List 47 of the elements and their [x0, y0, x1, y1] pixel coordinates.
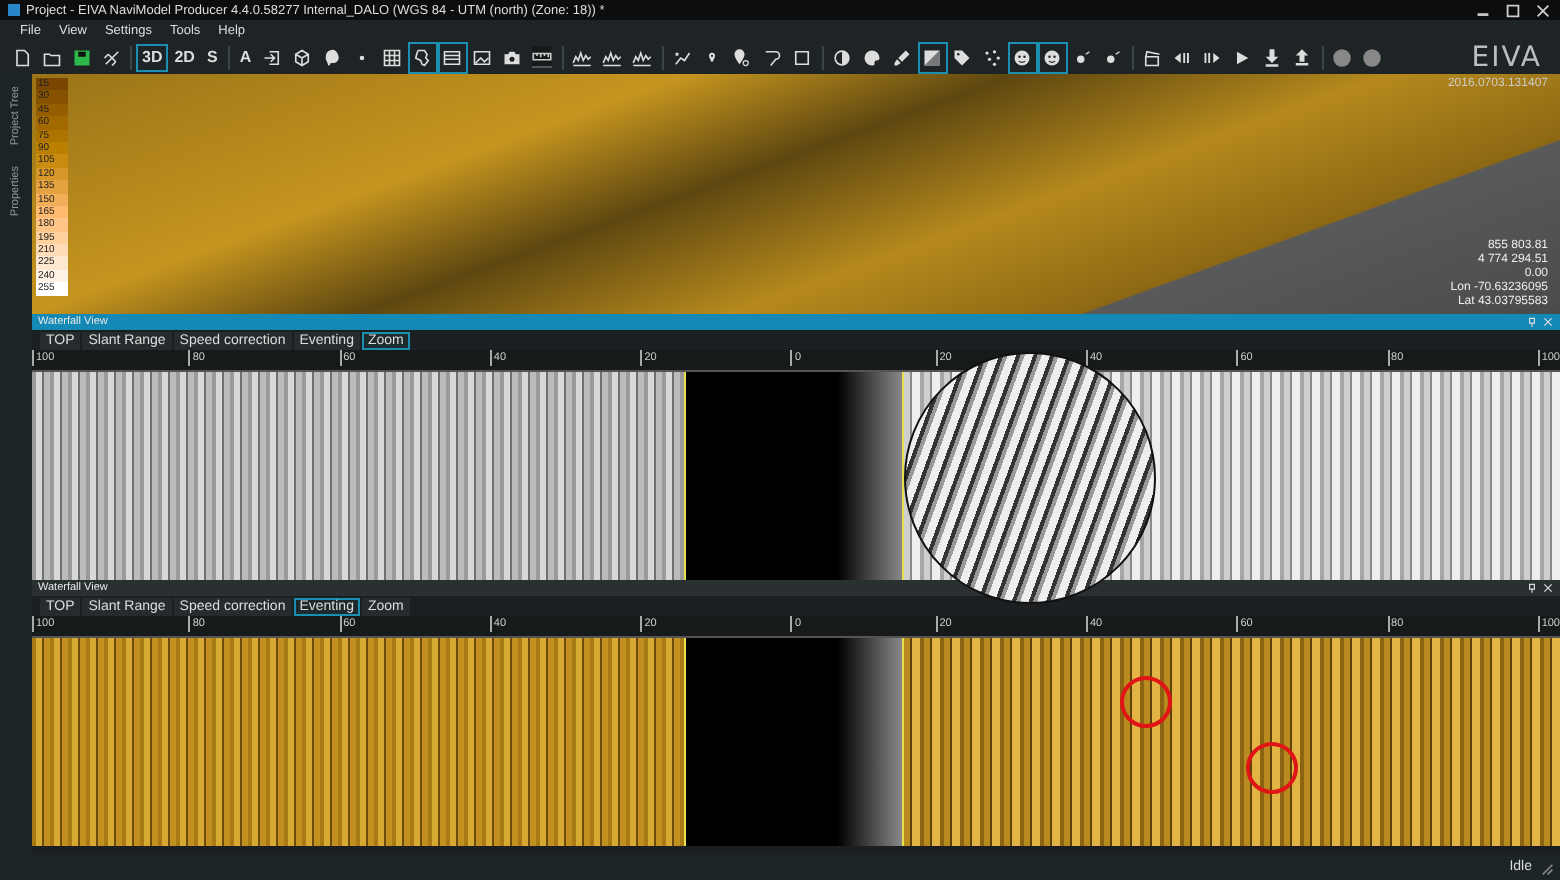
event-circle[interactable]	[1120, 675, 1173, 728]
document-icon[interactable]	[11, 47, 31, 67]
waveform-icon[interactable]	[632, 47, 653, 67]
panel-icon[interactable]	[442, 47, 463, 67]
pin-icon[interactable]	[706, 51, 719, 63]
logo: EIVA	[1471, 41, 1542, 73]
save-icon[interactable]	[71, 47, 91, 67]
face-icon[interactable]	[1042, 47, 1063, 67]
download-icon[interactable]	[1262, 47, 1283, 67]
maximize-icon[interactable]	[1504, 1, 1522, 19]
palette-icon[interactable]	[862, 47, 883, 67]
play-icon[interactable]	[1232, 47, 1253, 67]
close-icon[interactable]	[1542, 582, 1554, 594]
exit-icon[interactable]	[262, 47, 283, 67]
grid-icon[interactable]	[382, 47, 403, 67]
toolbar-button[interactable]: S	[200, 43, 224, 71]
circle-icon[interactable]	[1332, 47, 1353, 67]
face-icon[interactable]	[1012, 47, 1033, 67]
resize-grip-icon[interactable]	[1538, 859, 1554, 875]
folder-icon[interactable]	[41, 47, 61, 67]
clapper-icon[interactable]	[1142, 47, 1163, 67]
ruler-icon[interactable]	[532, 46, 553, 68]
gradient-icon[interactable]	[922, 47, 943, 67]
cube-icon[interactable]	[292, 47, 313, 67]
toolbar-button[interactable]: A	[233, 43, 258, 71]
square-icon[interactable]	[792, 47, 813, 67]
close-icon[interactable]	[1534, 1, 1552, 19]
dots-icon[interactable]	[982, 47, 1003, 67]
tag-icon[interactable]	[952, 47, 973, 67]
upload-icon[interactable]	[1292, 47, 1313, 67]
waveform-icon[interactable]	[602, 47, 623, 67]
event-circle[interactable]	[1245, 742, 1298, 794]
next-icon[interactable]	[1202, 47, 1223, 67]
circle-icon[interactable]	[1362, 47, 1383, 67]
pinsearch-icon[interactable]	[732, 47, 753, 67]
waveform-icon[interactable]	[572, 47, 593, 67]
map-icon[interactable]	[412, 47, 433, 67]
prev-icon[interactable]	[1172, 47, 1193, 67]
route-icon[interactable]	[672, 47, 693, 67]
brush-icon[interactable]	[892, 47, 913, 67]
toolbar-button[interactable]: 3D	[136, 43, 169, 71]
image-icon[interactable]	[472, 47, 493, 67]
camera-icon[interactable]	[502, 47, 523, 67]
toolbar-button[interactable]: 2D	[168, 43, 201, 71]
pin-icon[interactable]	[1526, 582, 1538, 594]
contrast-icon[interactable]	[832, 47, 853, 67]
app-icon	[8, 4, 20, 16]
